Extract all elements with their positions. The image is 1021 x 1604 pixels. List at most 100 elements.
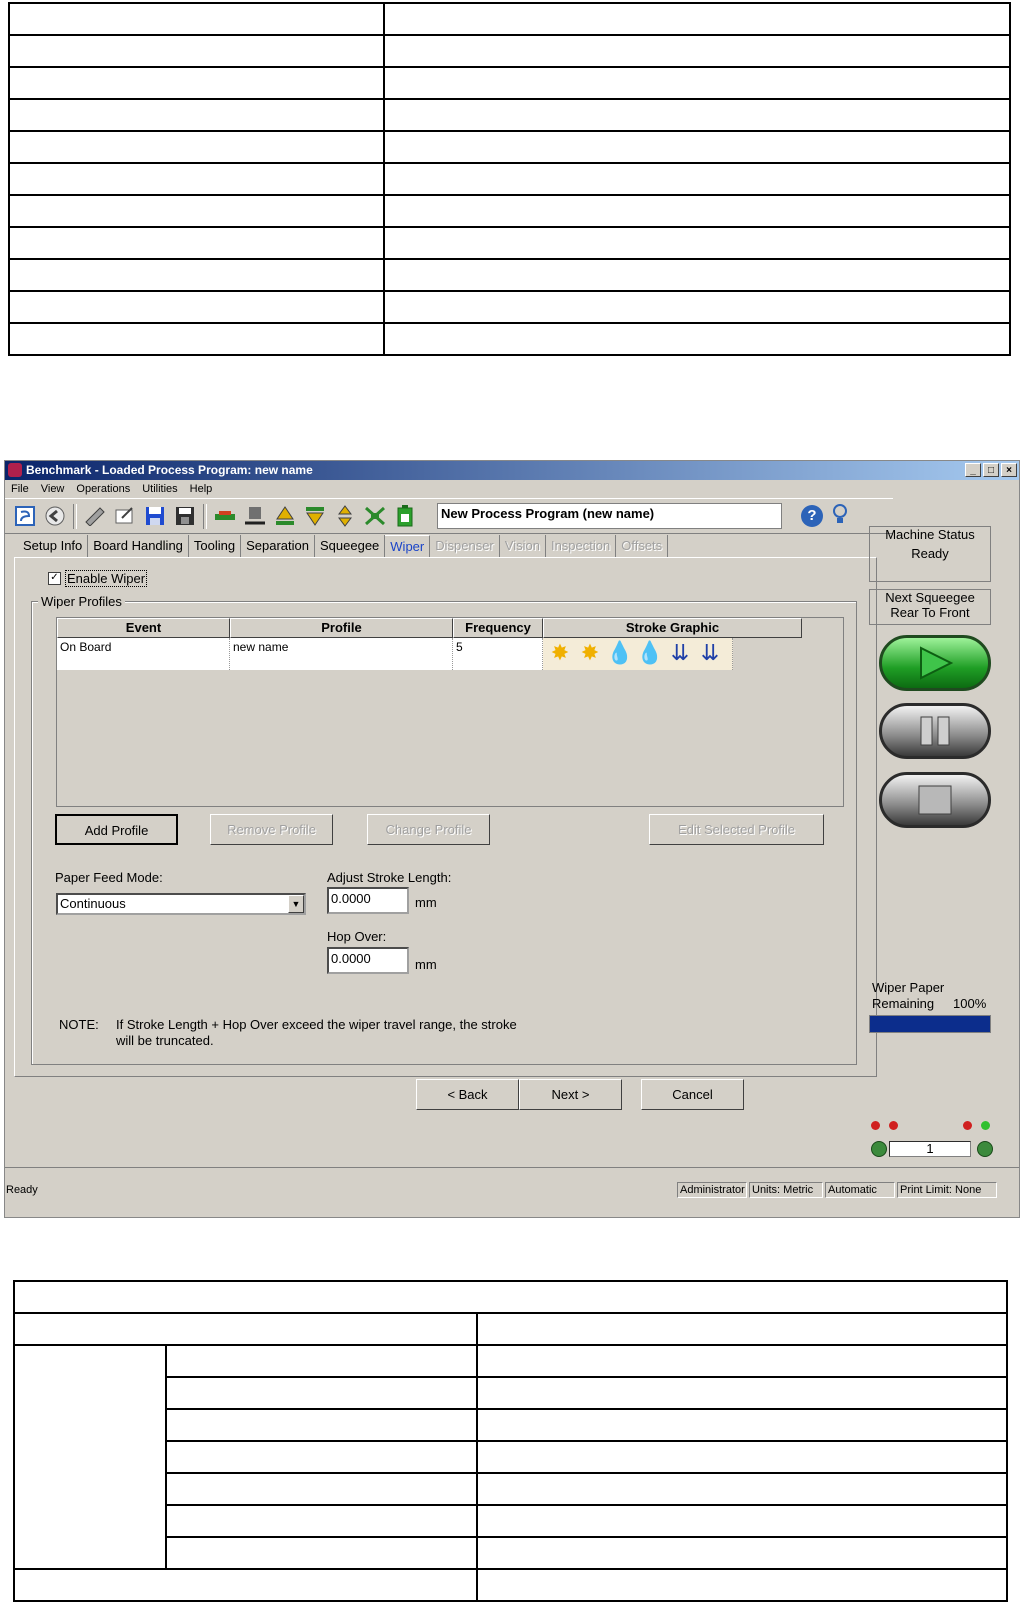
dry-wipe-icon: ✸ <box>550 640 570 665</box>
menu-operations[interactable]: Operations <box>76 480 130 498</box>
tab-vision: Vision <box>500 535 546 557</box>
wiper-profiles-title: Wiper Profiles <box>38 594 125 609</box>
top-blank-table <box>8 2 1011 356</box>
wiper-paper-progress-fill <box>870 1016 990 1032</box>
enable-wiper-checkbox[interactable]: ✓ Enable Wiper <box>48 570 148 587</box>
menu-file[interactable]: File <box>11 480 29 498</box>
logo-icon[interactable] <box>13 505 37 527</box>
chevron-down-icon[interactable]: ▼ <box>288 895 304 913</box>
table-row[interactable]: On Board new name 5 ✸ ✸ 💧 💧 ⇊ ⇊ <box>57 638 733 670</box>
stop-icon <box>918 785 952 815</box>
menu-utilities[interactable]: Utilities <box>142 480 177 498</box>
row-stroke-graphic: ✸ ✸ 💧 💧 ⇊ ⇊ <box>543 638 733 670</box>
menu-view[interactable]: View <box>41 480 65 498</box>
network-icon[interactable] <box>363 505 387 527</box>
down-icon[interactable] <box>303 505 327 527</box>
squeegee-icon[interactable] <box>243 505 267 527</box>
battery-icon[interactable] <box>393 505 417 527</box>
start-button[interactable] <box>879 635 991 691</box>
change-profile-button[interactable]: Change Profile <box>367 814 490 845</box>
open-icon[interactable] <box>83 505 107 527</box>
program-name-field[interactable]: New Process Program (new name) <box>437 503 782 529</box>
list-header: Event Profile Frequency Stroke Graphic <box>57 618 802 638</box>
paper-remaining-value: 100% <box>953 996 987 1011</box>
save-icon[interactable] <box>143 505 167 527</box>
red-led-icon <box>871 1121 880 1130</box>
app-window: Benchmark - Loaded Process Program: new … <box>4 460 1020 1218</box>
save-all-icon[interactable] <box>173 505 197 527</box>
vacuum-wipe-icon: ⇊ <box>670 640 690 665</box>
pause-button[interactable] <box>879 703 991 759</box>
vacuum-wipe-icon: ⇊ <box>700 640 720 665</box>
tab-wiper[interactable]: Wiper <box>385 535 431 557</box>
bottom-blank-table <box>13 1280 1008 1602</box>
status-units: Units: Metric <box>749 1182 823 1198</box>
note-line-2: will be truncated. <box>116 1033 214 1048</box>
status-print-limit: Print Limit: None <box>897 1182 997 1198</box>
next-button[interactable]: Next > <box>519 1079 622 1110</box>
minimize-button[interactable]: _ <box>965 463 981 477</box>
wiper-paper-label: Wiper Paper <box>872 980 945 995</box>
paper-feed-mode-select[interactable]: Continuous ▼ <box>56 893 306 915</box>
column-profile[interactable]: Profile <box>230 618 453 638</box>
status-bar: Ready Administrator Units: Metric Automa… <box>5 1181 1019 1199</box>
play-icon <box>920 646 954 680</box>
cancel-button[interactable]: Cancel <box>641 1079 744 1110</box>
wiper-paper-progress <box>869 1015 991 1033</box>
stop-button[interactable] <box>879 772 991 828</box>
paper-feed-mode-label: Paper Feed Mode: <box>55 870 163 885</box>
enable-wiper-label: Enable Wiper <box>65 570 148 587</box>
machine-status-group: Machine Status Ready <box>869 526 991 582</box>
dry-wipe-icon: ✸ <box>580 640 600 665</box>
hop-over-unit: mm <box>415 957 437 972</box>
machine-status-value: Ready <box>911 546 949 561</box>
lightbulb-icon[interactable] <box>831 503 849 531</box>
tab-offsets: Offsets <box>616 535 669 557</box>
tab-setup-info[interactable]: Setup Info <box>18 535 89 557</box>
maximize-button[interactable]: □ <box>983 463 999 477</box>
back-icon[interactable] <box>43 505 67 527</box>
menu-help[interactable]: Help <box>190 480 213 498</box>
menu-bar: File View Operations Utilities Help <box>5 480 1019 498</box>
row-frequency: 5 <box>453 638 543 670</box>
column-event[interactable]: Event <box>57 618 230 638</box>
board-icon[interactable] <box>213 505 237 527</box>
stroke-length-label: Adjust Stroke Length: <box>327 870 452 885</box>
edit-selected-profile-button[interactable]: Edit Selected Profile <box>649 814 824 845</box>
back-button[interactable]: < Back <box>416 1079 519 1110</box>
hop-over-input[interactable]: 0.0000 <box>327 947 409 974</box>
checkbox-box[interactable]: ✓ <box>48 572 61 585</box>
app-logo-icon <box>8 463 22 477</box>
tab-dispenser: Dispenser <box>430 535 500 557</box>
close-button[interactable]: × <box>1001 463 1017 477</box>
paper-remaining-label: Remaining <box>872 996 935 1011</box>
status-user: Administrator <box>677 1182 747 1198</box>
next-squeegee-value: Rear To Front <box>890 605 970 620</box>
note-label: NOTE: <box>59 1017 99 1032</box>
stroke-length-input[interactable]: 0.0000 <box>327 887 409 914</box>
row-event: On Board <box>57 638 230 670</box>
updown-icon[interactable] <box>333 505 357 527</box>
stroke-length-unit: mm <box>415 895 437 910</box>
edit-icon[interactable] <box>113 505 137 527</box>
hop-over-label: Hop Over: <box>327 929 387 944</box>
wiper-profiles-list[interactable]: Event Profile Frequency Stroke Graphic O… <box>56 617 844 807</box>
tab-squeegee[interactable]: Squeegee <box>315 535 386 557</box>
column-frequency[interactable]: Frequency <box>453 618 543 638</box>
help-icon[interactable]: ? <box>801 505 823 527</box>
tab-tooling[interactable]: Tooling <box>189 535 242 557</box>
tab-separation[interactable]: Separation <box>241 535 315 557</box>
status-separator <box>5 1167 1019 1182</box>
add-profile-button[interactable]: Add Profile <box>55 814 178 845</box>
next-squeegee-group: Next Squeegee Rear To Front <box>869 589 991 625</box>
column-stroke-graphic[interactable]: Stroke Graphic <box>543 618 802 638</box>
wet-wipe-icon: 💧 <box>606 640 634 665</box>
next-squeegee-label: Next Squeegee <box>885 590 975 605</box>
remove-profile-button[interactable]: Remove Profile <box>210 814 333 845</box>
up-icon[interactable] <box>273 505 297 527</box>
window-title: Benchmark - Loaded Process Program: new … <box>26 463 313 477</box>
tab-board-handling[interactable]: Board Handling <box>88 535 189 557</box>
board-counter: 1 <box>889 1141 971 1157</box>
right-indicator-icon <box>977 1141 993 1157</box>
title-bar[interactable]: Benchmark - Loaded Process Program: new … <box>5 461 1019 480</box>
